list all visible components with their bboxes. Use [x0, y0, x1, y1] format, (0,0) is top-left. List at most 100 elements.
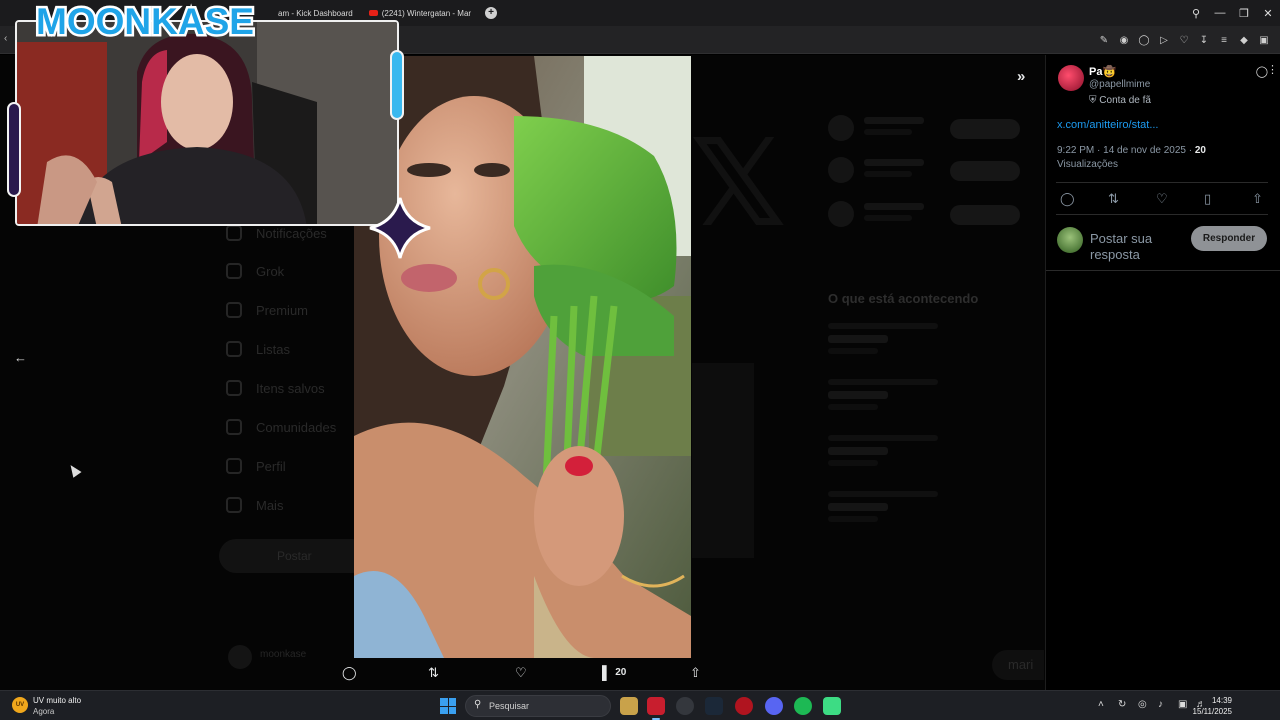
menu-icon[interactable]: ≡: [1214, 35, 1234, 46]
app-icon[interactable]: [735, 697, 753, 715]
extension-icon[interactable]: ▣: [1254, 35, 1274, 46]
moonkase-logo: MOONKASE: [34, 0, 257, 44]
weather-icon[interactable]: UV: [12, 697, 28, 713]
account-switcher[interactable]: moonkase: [228, 645, 328, 671]
bell-icon: [226, 225, 242, 241]
trend-item[interactable]: [828, 323, 1018, 359]
reply-side-label: mari: [992, 650, 1044, 680]
nav-item-profile[interactable]: Perfil: [226, 454, 366, 478]
download-icon[interactable]: ↧: [1194, 35, 1214, 46]
bookmark-icon[interactable]: ▯: [1204, 191, 1211, 207]
discord-icon[interactable]: [765, 697, 783, 715]
views-count: 20: [615, 667, 627, 678]
back-arrow-icon[interactable]: ←: [14, 350, 27, 365]
obs-icon[interactable]: [676, 697, 694, 715]
edit-icon[interactable]: ✎: [1094, 35, 1114, 46]
trend-item[interactable]: [828, 491, 1018, 527]
x-icon: [226, 302, 242, 318]
trend-item[interactable]: [828, 379, 1018, 415]
avatar: [228, 645, 252, 669]
fan-account-badge: ⛨ Conta de fã: [1089, 95, 1151, 106]
play-icon[interactable]: ▷: [1154, 35, 1174, 46]
sync-icon[interactable]: ↻: [1118, 699, 1126, 710]
heart-icon[interactable]: ♡: [1174, 35, 1194, 46]
clock-time[interactable]: 14:39: [1212, 696, 1232, 705]
divider: [1056, 182, 1268, 183]
author-handle[interactable]: @papellmime: [1089, 79, 1150, 90]
background-thumbnail: [692, 363, 754, 558]
like-icon[interactable]: ♡: [1156, 191, 1168, 207]
minimize-icon[interactable]: —: [1208, 7, 1232, 19]
share-icon[interactable]: ⇧: [1252, 191, 1263, 207]
browser-tray-icon[interactable]: ◎: [1138, 699, 1147, 710]
follow-button[interactable]: [950, 161, 1020, 181]
lock-icon[interactable]: ◆: [1234, 35, 1254, 46]
clock-date[interactable]: 15/11/2025: [1193, 707, 1232, 716]
steam-icon[interactable]: [705, 697, 723, 715]
follow-button[interactable]: [950, 119, 1020, 139]
avatar[interactable]: [1058, 65, 1084, 91]
spotify-icon[interactable]: [794, 697, 812, 715]
repost-icon[interactable]: ⇅: [1108, 191, 1119, 207]
window-controls: ⚲ — ❐ ✕: [1184, 0, 1280, 26]
views-count: 20: [1194, 145, 1206, 156]
trend-item[interactable]: [828, 435, 1018, 471]
search-label: Pesquisar: [489, 701, 530, 711]
chevron-up-icon[interactable]: ˄: [1098, 699, 1104, 710]
avatar: [828, 157, 854, 183]
weather-title[interactable]: UV muito alto: [33, 696, 81, 705]
network-icon[interactable]: ▣: [1178, 699, 1187, 710]
shield-icon[interactable]: ◯: [1134, 35, 1154, 46]
reply-input[interactable]: Postar sua resposta: [1090, 231, 1190, 263]
share-icon[interactable]: ⇧: [690, 665, 701, 681]
more-options-icon[interactable]: ⋮: [1267, 63, 1278, 76]
android-icon[interactable]: [823, 697, 841, 715]
windows-taskbar: UV UV muito alto Agora ⚲ Pesquisar ˄ ↻ ◎…: [0, 690, 1280, 720]
person-icon: [226, 458, 242, 474]
people-icon: [226, 419, 242, 435]
collapse-panel-icon[interactable]: »: [1017, 68, 1025, 85]
grok-icon: [226, 263, 242, 279]
like-icon[interactable]: ♡: [515, 665, 527, 681]
x-logo-icon: 𝕏: [690, 117, 787, 251]
restore-icon[interactable]: ❐: [1232, 7, 1256, 20]
nav-item-lists[interactable]: Listas: [226, 337, 366, 361]
tab-label: (2241) Wintergatan - Mar: [381, 8, 472, 18]
reply-button[interactable]: Responder: [1191, 226, 1267, 251]
webcam-still: [17, 22, 397, 224]
trends-heading: O que está acontecendo: [828, 291, 979, 306]
author-name[interactable]: Pa🤠: [1089, 65, 1116, 78]
microphone-icon[interactable]: ♪: [1158, 699, 1163, 710]
reply-icon[interactable]: ◯: [342, 665, 357, 681]
system-tray: ˄ ↻ ◎ ♪ ▣ ♬: [1090, 691, 1280, 720]
tweet-link[interactable]: x.com/anitteiro/stat...: [1057, 119, 1158, 131]
close-icon[interactable]: ✕: [1256, 7, 1280, 20]
post-button[interactable]: Postar: [219, 539, 369, 573]
repost-icon[interactable]: ⇅: [428, 665, 439, 681]
camera-icon[interactable]: ◉: [1114, 35, 1134, 46]
taskbar-search[interactable]: ⚲ Pesquisar: [465, 695, 611, 717]
start-button[interactable]: [440, 698, 456, 714]
new-tab-button[interactable]: +: [485, 7, 498, 19]
nav-item-communities[interactable]: Comunidades: [226, 415, 366, 439]
follow-suggestion: [828, 199, 1028, 231]
nav-item-bookmarks[interactable]: Itens salvos: [226, 376, 366, 400]
search-icon[interactable]: ⚲: [1184, 7, 1208, 20]
nav-item-grok[interactable]: Grok: [226, 259, 366, 283]
follow-button[interactable]: [950, 205, 1020, 225]
opera-gx-icon[interactable]: [647, 697, 665, 720]
media-video-frame[interactable]: [354, 56, 691, 658]
analytics-icon: ▌: [602, 665, 612, 680]
list-icon: [226, 341, 242, 357]
back-icon[interactable]: ‹: [4, 33, 7, 44]
divider: [1056, 214, 1268, 215]
nav-item-premium[interactable]: Premium: [226, 298, 366, 322]
file-explorer-icon[interactable]: [620, 697, 638, 715]
follow-suggestion: [828, 113, 1028, 145]
more-icon: [226, 497, 242, 513]
views-button[interactable]: ▌ 20: [602, 665, 626, 680]
nav-item-more[interactable]: Mais: [226, 493, 366, 517]
sparkle-star-icon: [369, 197, 431, 259]
avatar: [828, 115, 854, 141]
reply-icon[interactable]: ◯: [1060, 191, 1075, 207]
